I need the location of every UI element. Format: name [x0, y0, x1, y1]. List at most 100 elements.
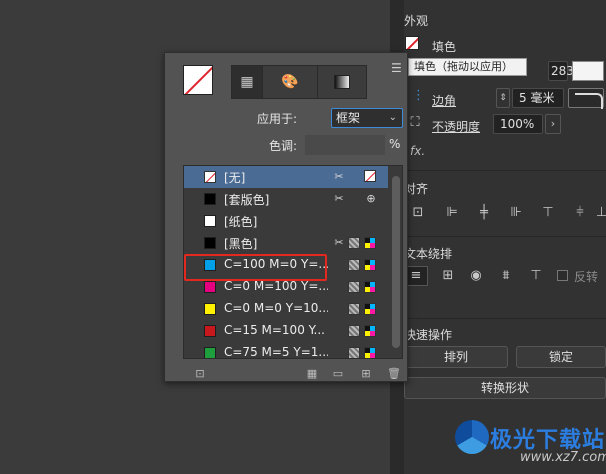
- list-item[interactable]: [无] ✂: [184, 166, 388, 188]
- swatch-chip: [204, 193, 216, 205]
- appearance-title: 外观: [404, 14, 429, 28]
- new-color-group-icon[interactable]: ▦: [305, 367, 319, 381]
- highlight-box: [184, 254, 327, 281]
- process-icon: [348, 325, 360, 337]
- align-center-v-icon[interactable]: ⫩: [572, 205, 588, 221]
- align-to-icon[interactable]: ⊡: [410, 205, 426, 221]
- corner-size-field[interactable]: 5 毫米: [512, 88, 564, 108]
- chevron-down-icon: ⌄: [388, 112, 397, 123]
- process-icon: [348, 259, 360, 271]
- reverse-label: 反转: [574, 270, 599, 284]
- stroke-color-swatch[interactable]: [572, 61, 604, 81]
- tint-label: 色调:: [269, 139, 298, 153]
- wrap-title: 文本绕排: [404, 247, 453, 261]
- apply-to-select[interactable]: 框架 ⌄: [331, 108, 403, 128]
- swatch-name: C=15 M=100 Y...: [224, 323, 325, 337]
- process-icon: [348, 281, 360, 293]
- swatch-list-scrollbar[interactable]: [390, 166, 402, 358]
- arrange-button[interactable]: 排列: [404, 346, 508, 368]
- quick-actions-title: 快速操作: [404, 328, 453, 342]
- effects-label[interactable]: fx.: [410, 144, 425, 158]
- opacity-field[interactable]: 100%: [493, 114, 543, 134]
- swatch-chip: [204, 325, 216, 337]
- watermark-url: www.xz7.com: [520, 450, 606, 465]
- no-edit-icon: ✂: [334, 192, 344, 205]
- corner-shape-picker[interactable]: [568, 88, 604, 109]
- list-item[interactable]: C=15 M=100 Y...: [184, 320, 388, 342]
- none-swatch-icon: [364, 170, 376, 182]
- swatches-panel: ☰ ▦ 🎨 应用于: 框架 ⌄ 色调: % [无] ✂ [套版色] ✂ ⊕ [纸…: [164, 52, 408, 382]
- convert-shape-button[interactable]: 转换形状: [404, 377, 606, 399]
- show-swatch-kinds-icon[interactable]: ⊡: [193, 367, 207, 381]
- swatch-name: C=75 M=5 Y=1...: [224, 345, 328, 359]
- fill-label[interactable]: 填色: [432, 38, 456, 55]
- new-swatch-icon[interactable]: ⊞: [359, 367, 373, 381]
- list-item[interactable]: C=0 M=0 Y=10...: [184, 298, 388, 320]
- wrap-none-icon: ≡: [410, 268, 422, 283]
- chevron-right-icon[interactable]: ›: [545, 114, 561, 134]
- cmyk-icon: [364, 325, 376, 337]
- registration-icon: ⊕: [366, 192, 376, 205]
- swatch-name: C=0 M=0 Y=10...: [224, 301, 328, 315]
- wrap-shape-icon[interactable]: ◉: [468, 268, 484, 284]
- scrollbar-thumb[interactable]: [392, 176, 400, 348]
- align-left-icon[interactable]: ⊫: [444, 205, 460, 221]
- folder-icon[interactable]: ▭: [331, 367, 345, 381]
- corner-label[interactable]: 边角: [432, 92, 456, 109]
- fill-none-icon[interactable]: [405, 36, 419, 50]
- list-item[interactable]: [黑色] ✂: [184, 232, 388, 254]
- watermark-logo: [455, 420, 489, 454]
- wrap-bounding-icon[interactable]: ⊞: [440, 268, 456, 284]
- list-item[interactable]: [套版色] ✂ ⊕: [184, 188, 388, 210]
- swatch-name: [纸色]: [224, 215, 258, 229]
- swatch-name: C=0 M=100 Y=...: [224, 279, 328, 293]
- palette-icon: 🎨: [281, 74, 299, 90]
- stroke-weight-field[interactable]: 283: [548, 61, 574, 81]
- no-edit-icon: ✂: [334, 170, 344, 183]
- list-item[interactable]: [纸色]: [184, 210, 388, 232]
- align-top-icon[interactable]: ⊤: [540, 205, 556, 221]
- align-right-icon[interactable]: ⊪: [508, 205, 524, 221]
- cmyk-icon: [364, 259, 376, 271]
- cmyk-icon: [364, 281, 376, 293]
- apply-to-value: 框架: [336, 111, 361, 125]
- apply-to-label: 应用于:: [257, 112, 298, 126]
- process-icon: [348, 303, 360, 315]
- wrap-jump-icon[interactable]: ⩩: [498, 268, 514, 284]
- cmyk-icon: [364, 237, 376, 249]
- no-edit-icon: ✂: [334, 236, 344, 249]
- cmyk-icon: [364, 347, 376, 358]
- trash-icon[interactable]: 🗑: [387, 367, 401, 381]
- swatch-chip: [204, 171, 216, 183]
- swatch-grid-icon: ▦: [240, 74, 254, 90]
- color-mode-palette-button[interactable]: 🎨: [262, 65, 318, 99]
- align-bottom-icon[interactable]: ⊥: [596, 205, 606, 221]
- list-item[interactable]: C=75 M=5 Y=1...: [184, 342, 388, 359]
- tint-percent: %: [389, 137, 401, 151]
- fill-tooltip: 填色（拖动以应用）: [408, 58, 527, 76]
- lock-button[interactable]: 锁定: [516, 346, 606, 368]
- opacity-icon: ⛶: [410, 115, 420, 130]
- fill-none-preview[interactable]: [183, 65, 213, 95]
- align-center-h-icon[interactable]: ╪: [476, 205, 492, 221]
- process-icon: [348, 347, 360, 358]
- color-mode-gradient-button[interactable]: [317, 65, 367, 99]
- color-mode-swatch-button[interactable]: ▦: [231, 65, 263, 99]
- wrap-next-column-icon[interactable]: ⊤: [528, 268, 544, 284]
- swatch-name: [套版色]: [224, 193, 270, 207]
- swatch-chip: [204, 281, 216, 293]
- swatch-chip: [204, 215, 216, 227]
- corner-stepper-icon[interactable]: ⇕: [496, 88, 510, 108]
- divider: [404, 318, 606, 319]
- cmyk-icon: [364, 303, 376, 315]
- swatch-name: [黑色]: [224, 237, 258, 251]
- reverse-checkbox[interactable]: [557, 270, 568, 281]
- swatch-chip: [204, 237, 216, 249]
- panel-menu-icon[interactable]: ☰: [391, 61, 405, 75]
- swatch-name: [无]: [224, 171, 246, 185]
- process-icon: [348, 237, 360, 249]
- gradient-icon: [334, 75, 350, 89]
- corner-link-icon[interactable]: ⋮: [412, 88, 425, 104]
- tint-field[interactable]: [305, 135, 385, 155]
- opacity-label[interactable]: 不透明度: [432, 118, 480, 135]
